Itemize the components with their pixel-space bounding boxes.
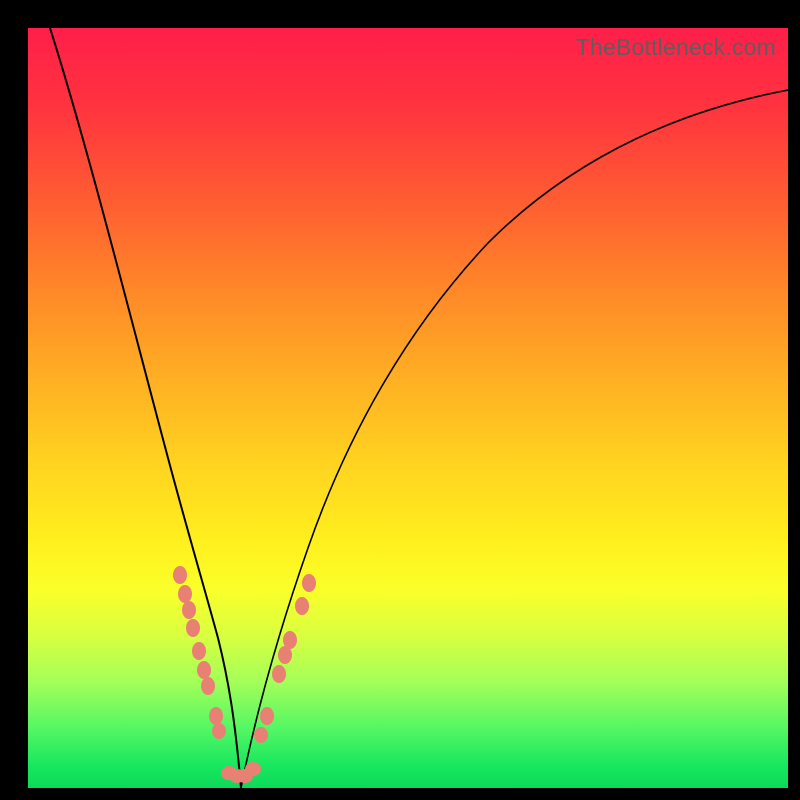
right-curve (241, 90, 788, 788)
dots-bottom-cluster (221, 762, 261, 783)
dots-right-cluster (254, 574, 316, 743)
left-curve (50, 28, 241, 788)
dots-left-cluster (173, 566, 226, 739)
chart-frame: TheBottleneck.com (0, 0, 800, 800)
chart-svg (28, 28, 788, 788)
plot-area: TheBottleneck.com (28, 28, 788, 788)
